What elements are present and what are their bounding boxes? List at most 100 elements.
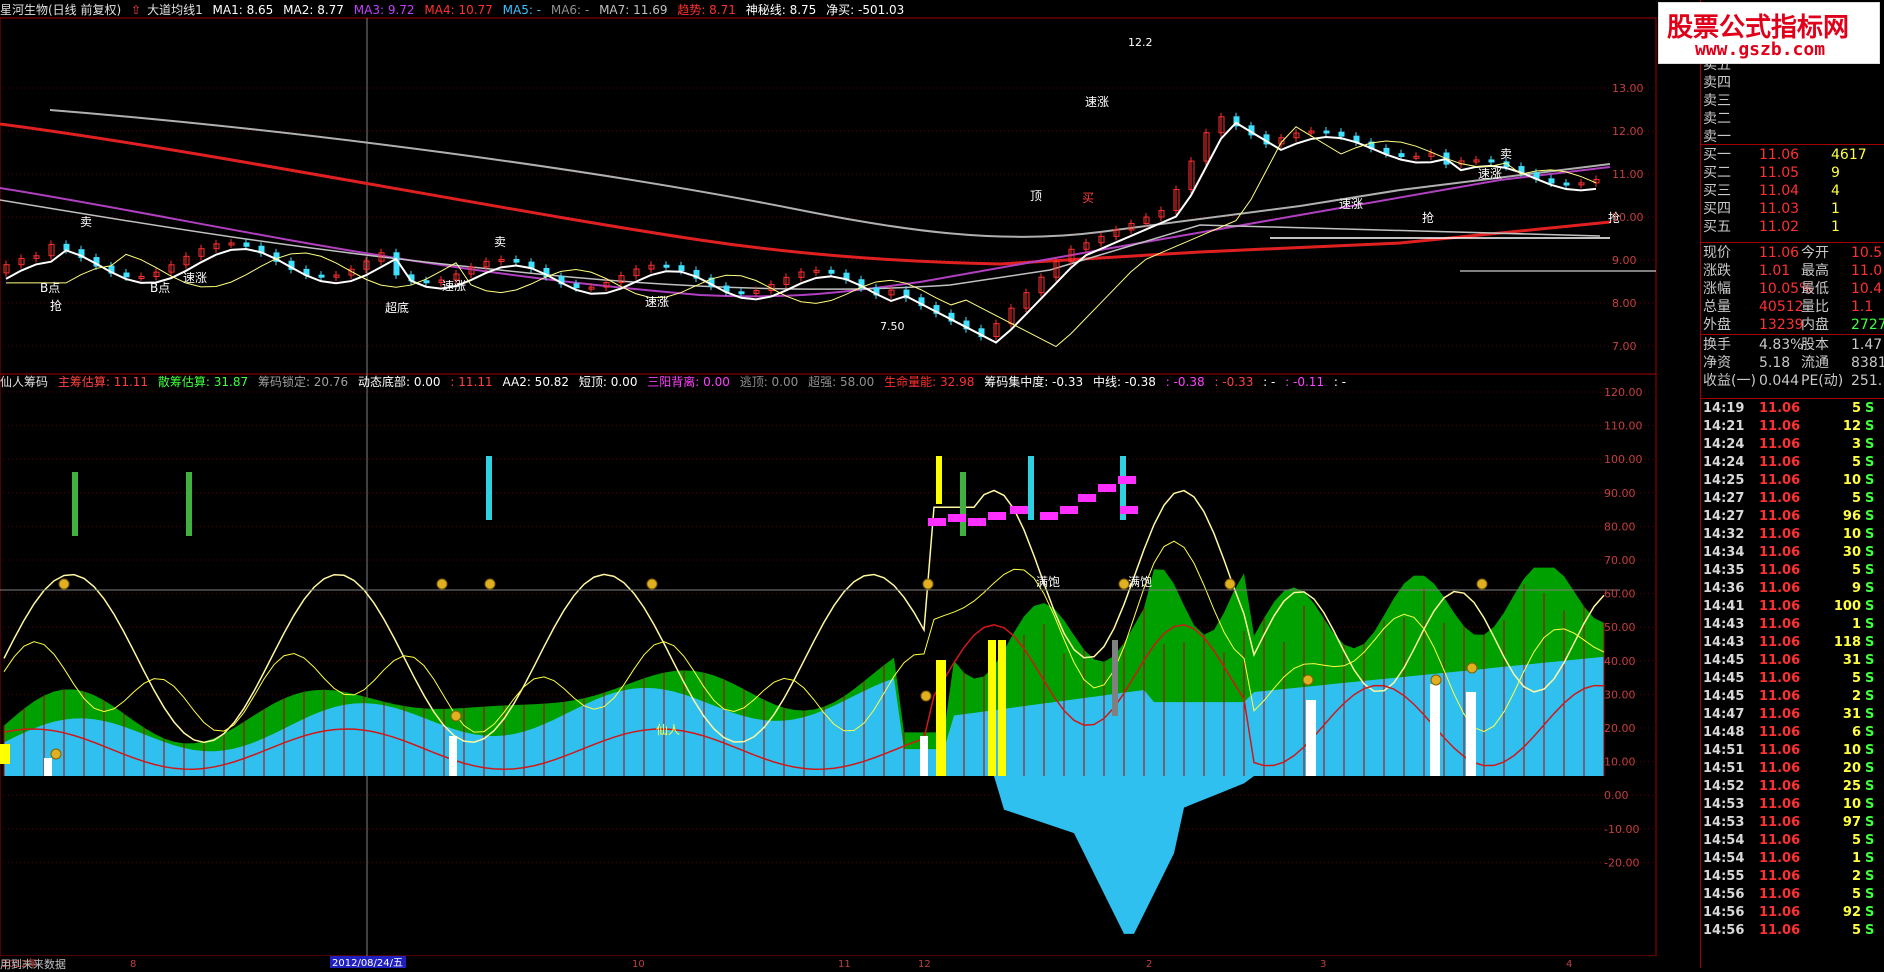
magenta-block <box>928 518 946 526</box>
signal-bar <box>960 472 966 536</box>
signal-bar <box>72 472 78 536</box>
label-speed-up: 速涨 <box>442 278 466 293</box>
value-tick: 80.00 <box>1604 520 1636 533</box>
quote-stat-row: 现价 11.06 今开 10.5 <box>1703 245 1883 261</box>
buy-level-row: 买四 11.03 1 <box>1703 201 1840 217</box>
signal-dot <box>920 690 932 702</box>
value-tick: 70.00 <box>1604 554 1636 567</box>
magenta-block <box>1060 506 1078 514</box>
tick-row: 14:52 11.06 25 S <box>1703 779 1875 794</box>
ma3-value: MA3: 9.72 <box>353 3 415 17</box>
tick-row: 14:35 11.06 5 S <box>1703 563 1875 578</box>
value-tick: 50.00 <box>1604 621 1636 634</box>
price-tick: 9.00 <box>1612 254 1637 267</box>
chart-canvas[interactable]: B点 抢 B点 速涨 速涨 超底 速涨 顶 速涨 速涨 抢 速涨 抢 12.2 … <box>0 0 1684 970</box>
magenta-block <box>1098 484 1116 492</box>
aa2-value: AA2: 50.82 <box>502 375 570 389</box>
sanyang-value: 三阳背离: 0.00 <box>647 375 730 389</box>
label-grab: 抢 <box>50 298 62 313</box>
tick-row: 14:56 11.06 92 S <box>1703 905 1875 920</box>
chip-lock: 筹码锁定: 20.76 <box>257 375 349 389</box>
date-label: 2 <box>1146 959 1152 968</box>
indicator-name[interactable]: 大道均线1 <box>147 3 203 17</box>
chip-indicator-name[interactable]: 仙人筹码 <box>0 375 48 389</box>
value-x4: : -0.11 <box>1285 375 1325 389</box>
label-sell: 卖 <box>1500 147 1512 161</box>
value-tick: 0.00 <box>1604 789 1629 802</box>
ma2-value: MA2: 8.77 <box>283 3 344 17</box>
label-fairy: 仙人 <box>656 723 680 737</box>
signal-bar <box>1028 456 1034 520</box>
label-speed-up: 速涨 <box>1339 196 1363 211</box>
signal-dot <box>922 578 934 590</box>
signal-dot <box>484 578 496 590</box>
magenta-block <box>988 512 1006 520</box>
life-energy: 生命量能: 32.98 <box>884 375 975 389</box>
tick-row: 14:47 11.06 31 S <box>1703 707 1875 722</box>
tick-row: 14:27 11.06 5 S <box>1703 491 1875 506</box>
main-chip: 主筹估算: 11.11 <box>57 375 149 389</box>
signal-dot <box>1224 578 1236 590</box>
yellow-bar <box>998 640 1006 776</box>
tick-row: 14:43 11.06 118 S <box>1703 635 1875 650</box>
quote-stat-row: 涨跌 1.01 最高 11.0 <box>1703 263 1883 279</box>
tick-row: 14:55 11.06 2 S <box>1703 869 1875 884</box>
tick-row: 14:45 11.06 5 S <box>1703 671 1875 686</box>
tick-row: 14:24 11.06 3 S <box>1703 437 1875 452</box>
magenta-block <box>968 518 986 526</box>
label-price-high: 12.2 <box>1128 36 1153 49</box>
value-x3: : - <box>1263 375 1276 389</box>
buy-level-row: 买三 11.04 4 <box>1703 183 1840 199</box>
yellow-bar <box>936 660 946 776</box>
label-buy: 买 <box>1082 191 1094 205</box>
quote-stat-row: 总量 40512 量比 1.1 <box>1703 299 1874 315</box>
label-sell: 卖 <box>494 235 506 249</box>
value-tick: 100.00 <box>1604 453 1643 466</box>
quote-stat-row: 净资 5.18 流通 8381 <box>1703 355 1884 371</box>
value-tick: 30.00 <box>1604 688 1636 701</box>
signal-bar <box>486 456 492 520</box>
tick-row: 14:32 11.06 10 S <box>1703 527 1875 542</box>
quote-stat-row: 换手 4.83% 股本 1.47 <box>1703 337 1883 353</box>
value-tick: 20.00 <box>1604 722 1636 735</box>
buy-level-row: 买二 11.05 9 <box>1703 165 1840 181</box>
signal-dot <box>1466 662 1478 674</box>
tick-row: 14:43 11.06 1 S <box>1703 617 1875 632</box>
tick-row: 14:56 11.06 5 S <box>1703 887 1875 902</box>
midline-value: 中线: -0.38 <box>1092 375 1156 389</box>
signal-bar <box>186 472 192 536</box>
tick-row: 14:19 11.06 5 S <box>1703 401 1875 416</box>
stock-title[interactable]: 星河生物(日线 前复权) <box>0 3 121 17</box>
white-bar <box>920 736 928 776</box>
signal-dot <box>436 578 448 590</box>
value-tick: -20.00 <box>1604 856 1639 869</box>
label-sell: 卖 <box>80 215 92 229</box>
white-bar <box>44 758 52 776</box>
date-label: 11 <box>838 959 851 968</box>
white-bar <box>1306 700 1316 776</box>
value-tick: -10.00 <box>1604 823 1639 836</box>
chart-area[interactable]: B点 抢 B点 速涨 速涨 超底 速涨 顶 速涨 速涨 抢 速涨 抢 12.2 … <box>0 0 1684 971</box>
ma-gray-line <box>49 109 1611 238</box>
date-label: 4 <box>1566 959 1572 968</box>
date-label: 10 <box>632 959 645 968</box>
sell-level-row: 卖三 <box>1703 93 1731 109</box>
tick-row: 14:45 11.06 2 S <box>1703 689 1875 704</box>
value-tick: 110.00 <box>1604 420 1643 433</box>
label-full: 满饱 <box>1036 574 1060 589</box>
tick-row: 14:54 11.06 1 S <box>1703 851 1875 866</box>
label-speed-up: 速涨 <box>183 270 207 285</box>
price-tick: 10.00 <box>1612 211 1644 224</box>
value-x5: : - <box>1333 375 1347 389</box>
label-grab: 抢 <box>1422 210 1434 225</box>
white-bar <box>449 736 457 776</box>
label-speed-up: 速涨 <box>1085 94 1109 109</box>
buy-level-row: 买五 11.02 1 <box>1703 219 1840 235</box>
magenta-block <box>1010 506 1028 514</box>
magenta-block <box>1078 494 1096 502</box>
future-data-note: 用到未来数据 <box>0 958 66 971</box>
tick-row: 14:24 11.06 5 S <box>1703 455 1875 470</box>
tick-row: 14:21 11.06 12 S <box>1703 419 1875 434</box>
dynamic-bottom: 动态底部: 0.00 <box>357 375 441 389</box>
gray-bar <box>1112 640 1118 716</box>
